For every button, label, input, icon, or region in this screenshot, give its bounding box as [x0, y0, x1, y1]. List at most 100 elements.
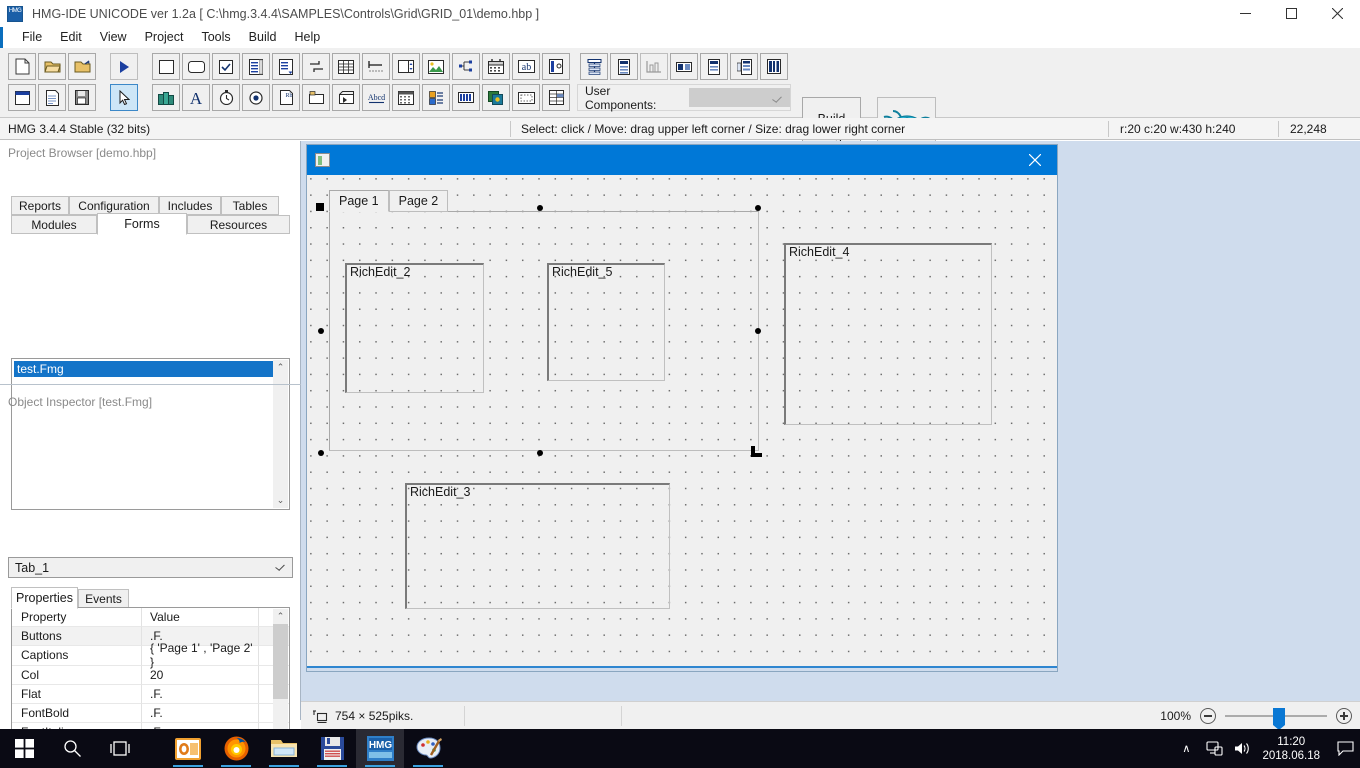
tab-reports[interactable]: Reports [11, 196, 69, 215]
selection-handle-bottom-right[interactable] [751, 446, 762, 457]
page-icon[interactable] [542, 53, 570, 80]
table-row[interactable]: FontBold .F. [12, 704, 289, 723]
zoom-slider[interactable] [1225, 708, 1327, 724]
search-icon[interactable] [48, 729, 96, 768]
outlook-icon[interactable] [164, 729, 212, 768]
property-value[interactable]: .F. [142, 685, 259, 704]
scrollbar-thumb[interactable] [273, 624, 288, 699]
ab-textbox-icon[interactable]: ab [512, 53, 540, 80]
combobox-icon[interactable] [272, 53, 300, 80]
scroll-up-icon[interactable]: ⌃ [273, 609, 288, 624]
detail-icon[interactable] [760, 53, 788, 80]
document-icon[interactable] [38, 84, 66, 111]
form-designer-area[interactable]: Page 1 Page 2 RichEdit_2 RichEdit_5 Rich… [301, 141, 1360, 701]
progressbar-icon[interactable] [452, 84, 480, 111]
paint-icon[interactable] [404, 729, 452, 768]
form-control-richedit-4[interactable]: RichEdit_4 [784, 243, 992, 425]
tab-modules[interactable]: Modules [11, 215, 97, 234]
menu-item-view[interactable]: View [91, 27, 136, 48]
table-row[interactable]: Col 20 [12, 666, 289, 685]
spinner-icon[interactable] [392, 53, 420, 80]
tray-chevron-icon[interactable]: ∧ [1172, 729, 1200, 768]
grid-icon[interactable] [332, 53, 360, 80]
animation-icon[interactable] [332, 84, 360, 111]
zoom-slider-thumb[interactable] [1273, 708, 1285, 725]
menu-item-build[interactable]: Build [240, 27, 286, 48]
selection-handle-top-left[interactable] [316, 203, 324, 211]
tab-tables[interactable]: Tables [221, 196, 279, 215]
zoom-in-icon[interactable] [1336, 708, 1352, 724]
statusbar-icon[interactable] [610, 53, 638, 80]
list-item[interactable]: test.Fmg [14, 361, 273, 377]
selection-dot-bottom-left[interactable] [318, 450, 324, 456]
tab-forms[interactable]: Forms [97, 213, 187, 235]
chart-icon[interactable] [640, 53, 668, 80]
menu-item-edit[interactable]: Edit [51, 27, 91, 48]
form-control-richedit-3[interactable]: RichEdit_3 [405, 483, 670, 609]
object-select[interactable]: Tab_1 [8, 557, 293, 578]
maximize-button[interactable] [1268, 0, 1314, 27]
tab-properties[interactable]: Properties [11, 587, 78, 609]
tab-resources[interactable]: Resources [187, 215, 290, 234]
scroll-up-icon[interactable]: ⌃ [273, 360, 288, 375]
timer-icon[interactable] [212, 84, 240, 111]
tree-icon[interactable] [730, 53, 758, 80]
checklist-icon[interactable] [422, 84, 450, 111]
forms-list-scrollbar[interactable]: ⌃ ⌄ [273, 360, 288, 508]
menu-item-file[interactable]: File [13, 27, 51, 48]
table-icon[interactable] [542, 84, 570, 111]
toolbar-icon[interactable] [580, 53, 608, 80]
property-value[interactable]: .F. [142, 704, 259, 723]
imagelist-icon[interactable] [422, 53, 450, 80]
scroll-down-icon[interactable]: ⌄ [273, 493, 288, 508]
file-explorer-icon[interactable] [260, 729, 308, 768]
form-tab-page-1[interactable]: Page 1 [329, 190, 389, 212]
save-folder-icon[interactable] [68, 53, 96, 80]
selection-dot-top-center[interactable] [537, 205, 543, 211]
font-a-icon[interactable]: A [182, 84, 210, 111]
table-row[interactable]: Flat .F. [12, 685, 289, 704]
form-close-button[interactable] [1013, 145, 1057, 175]
splitter-icon[interactable] [670, 53, 698, 80]
firefox-icon[interactable] [212, 729, 260, 768]
form-tab-page-2[interactable]: Page 2 [389, 190, 449, 212]
form-control-richedit-2[interactable]: RichEdit_2 [345, 263, 484, 393]
treeview-icon[interactable] [452, 53, 480, 80]
selection-dot-top-right[interactable] [755, 205, 761, 211]
property-value[interactable]: { 'Page 1' , 'Page 2' } [142, 646, 259, 665]
list-icon[interactable] [700, 53, 728, 80]
menu-item-help[interactable]: Help [285, 27, 329, 48]
pointer-icon[interactable] [110, 84, 138, 111]
start-icon[interactable] [0, 729, 48, 768]
menu-item-tools[interactable]: Tools [192, 27, 239, 48]
dotted-frame-icon[interactable] [512, 84, 540, 111]
run-icon[interactable] [110, 53, 138, 80]
window-icon[interactable] [8, 84, 36, 111]
floppy-save-icon[interactable] [308, 729, 356, 768]
rb-label-icon[interactable]: Rb [272, 84, 300, 111]
menu-item-project[interactable]: Project [136, 27, 193, 48]
form-canvas[interactable]: Page 1 Page 2 RichEdit_2 RichEdit_5 Rich… [307, 175, 1057, 671]
table-row[interactable]: Captions { 'Page 1' , 'Page 2' } [12, 646, 289, 665]
zoom-out-icon[interactable] [1200, 708, 1216, 724]
selection-dot-middle-right[interactable] [755, 328, 761, 334]
network-icon[interactable] [1200, 729, 1228, 768]
save-icon[interactable] [68, 84, 96, 111]
flow-icon[interactable] [302, 53, 330, 80]
checkbox-icon[interactable] [212, 53, 240, 80]
tab-icon[interactable] [302, 84, 330, 111]
monthcalendar-icon[interactable] [482, 53, 510, 80]
volume-icon[interactable] [1228, 729, 1256, 768]
forms-list[interactable]: test.Fmg ⌃ ⌄ [11, 358, 290, 510]
slider-icon[interactable] [362, 53, 390, 80]
selection-dot-middle-left[interactable] [318, 328, 324, 334]
minimize-button[interactable] [1222, 0, 1268, 27]
listbox-icon[interactable] [242, 53, 270, 80]
browse-icon[interactable] [392, 84, 420, 111]
hmg-ide-icon[interactable]: HMG [356, 729, 404, 768]
user-components-select[interactable] [689, 88, 790, 107]
package-icon[interactable] [152, 84, 180, 111]
imagebox-icon[interactable] [482, 84, 510, 111]
new-file-icon[interactable] [8, 53, 36, 80]
radio-icon[interactable] [242, 84, 270, 111]
